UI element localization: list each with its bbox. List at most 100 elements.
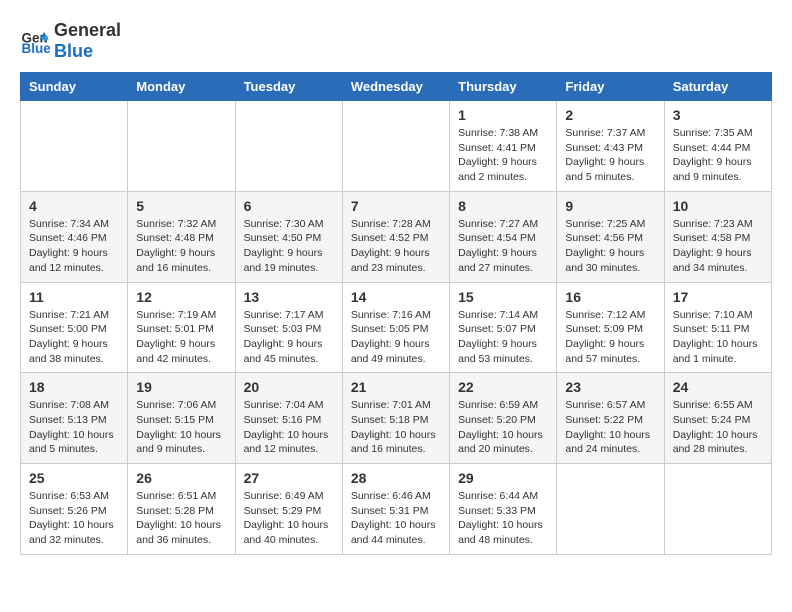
logo-blue: Blue bbox=[54, 41, 121, 62]
day-number: 5 bbox=[136, 198, 226, 214]
day-info: Sunrise: 7:38 AM Sunset: 4:41 PM Dayligh… bbox=[458, 126, 548, 185]
header-sunday: Sunday bbox=[21, 73, 128, 101]
day-number: 8 bbox=[458, 198, 548, 214]
day-number: 3 bbox=[673, 107, 763, 123]
calendar-week-2: 4 Sunrise: 7:34 AM Sunset: 4:46 PM Daylig… bbox=[21, 191, 772, 282]
calendar-cell: 8 Sunrise: 7:27 AM Sunset: 4:54 PM Daylig… bbox=[450, 191, 557, 282]
day-number: 29 bbox=[458, 470, 548, 486]
day-info: Sunrise: 7:30 AM Sunset: 4:50 PM Dayligh… bbox=[244, 217, 334, 276]
calendar-cell: 28 Sunrise: 6:46 AM Sunset: 5:31 PM Dayli… bbox=[342, 464, 449, 555]
calendar-cell: 9 Sunrise: 7:25 AM Sunset: 4:56 PM Daylig… bbox=[557, 191, 664, 282]
day-info: Sunrise: 6:59 AM Sunset: 5:20 PM Dayligh… bbox=[458, 398, 548, 457]
header-tuesday: Tuesday bbox=[235, 73, 342, 101]
day-info: Sunrise: 7:25 AM Sunset: 4:56 PM Dayligh… bbox=[565, 217, 655, 276]
day-number: 6 bbox=[244, 198, 334, 214]
calendar-cell: 20 Sunrise: 7:04 AM Sunset: 5:16 PM Dayli… bbox=[235, 373, 342, 464]
day-info: Sunrise: 6:57 AM Sunset: 5:22 PM Dayligh… bbox=[565, 398, 655, 457]
header-saturday: Saturday bbox=[664, 73, 771, 101]
day-number: 4 bbox=[29, 198, 119, 214]
calendar-cell: 14Sunrise: 7:16 AM Sunset: 5:05 PM Dayli… bbox=[342, 282, 449, 373]
calendar-cell: 16Sunrise: 7:12 AM Sunset: 5:09 PM Dayli… bbox=[557, 282, 664, 373]
calendar-cell: 11Sunrise: 7:21 AM Sunset: 5:00 PM Dayli… bbox=[21, 282, 128, 373]
day-info: Sunrise: 7:19 AM Sunset: 5:01 PM Dayligh… bbox=[136, 308, 226, 367]
calendar-cell bbox=[235, 101, 342, 192]
day-info: Sunrise: 6:49 AM Sunset: 5:29 PM Dayligh… bbox=[244, 489, 334, 548]
calendar-cell: 27 Sunrise: 6:49 AM Sunset: 5:29 PM Dayli… bbox=[235, 464, 342, 555]
day-info: Sunrise: 7:04 AM Sunset: 5:16 PM Dayligh… bbox=[244, 398, 334, 457]
day-number: 26 bbox=[136, 470, 226, 486]
day-number: 2 bbox=[565, 107, 655, 123]
day-number: 1 bbox=[458, 107, 548, 123]
page-header: Gen Blue General Blue bbox=[20, 20, 772, 62]
day-number: 20 bbox=[244, 379, 334, 395]
day-info: Sunrise: 7:01 AM Sunset: 5:18 PM Dayligh… bbox=[351, 398, 441, 457]
calendar-cell: 3 Sunrise: 7:35 AM Sunset: 4:44 PM Daylig… bbox=[664, 101, 771, 192]
calendar-table: SundayMondayTuesdayWednesdayThursdayFrid… bbox=[20, 72, 772, 555]
calendar-week-3: 11Sunrise: 7:21 AM Sunset: 5:00 PM Dayli… bbox=[21, 282, 772, 373]
day-info: Sunrise: 7:34 AM Sunset: 4:46 PM Dayligh… bbox=[29, 217, 119, 276]
calendar-cell: 4 Sunrise: 7:34 AM Sunset: 4:46 PM Daylig… bbox=[21, 191, 128, 282]
calendar-week-5: 25 Sunrise: 6:53 AM Sunset: 5:26 PM Dayli… bbox=[21, 464, 772, 555]
calendar-cell: 23Sunrise: 6:57 AM Sunset: 5:22 PM Dayli… bbox=[557, 373, 664, 464]
logo: Gen Blue General Blue bbox=[20, 20, 121, 62]
day-info: Sunrise: 6:44 AM Sunset: 5:33 PM Dayligh… bbox=[458, 489, 548, 548]
calendar-week-1: 1 Sunrise: 7:38 AM Sunset: 4:41 PM Daylig… bbox=[21, 101, 772, 192]
calendar-cell: 25 Sunrise: 6:53 AM Sunset: 5:26 PM Dayli… bbox=[21, 464, 128, 555]
day-info: Sunrise: 6:53 AM Sunset: 5:26 PM Dayligh… bbox=[29, 489, 119, 548]
calendar-cell: 18 Sunrise: 7:08 AM Sunset: 5:13 PM Dayli… bbox=[21, 373, 128, 464]
calendar-cell: 1 Sunrise: 7:38 AM Sunset: 4:41 PM Daylig… bbox=[450, 101, 557, 192]
day-info: Sunrise: 7:28 AM Sunset: 4:52 PM Dayligh… bbox=[351, 217, 441, 276]
day-info: Sunrise: 6:51 AM Sunset: 5:28 PM Dayligh… bbox=[136, 489, 226, 548]
day-number: 15 bbox=[458, 289, 548, 305]
header-monday: Monday bbox=[128, 73, 235, 101]
day-info: Sunrise: 7:16 AM Sunset: 5:05 PM Dayligh… bbox=[351, 308, 441, 367]
day-info: Sunrise: 7:32 AM Sunset: 4:48 PM Dayligh… bbox=[136, 217, 226, 276]
logo-icon: Gen Blue bbox=[20, 26, 50, 56]
day-number: 10 bbox=[673, 198, 763, 214]
calendar-cell: 7Sunrise: 7:28 AM Sunset: 4:52 PM Daylig… bbox=[342, 191, 449, 282]
day-info: Sunrise: 7:27 AM Sunset: 4:54 PM Dayligh… bbox=[458, 217, 548, 276]
day-number: 11 bbox=[29, 289, 119, 305]
day-info: Sunrise: 7:37 AM Sunset: 4:43 PM Dayligh… bbox=[565, 126, 655, 185]
header-friday: Friday bbox=[557, 73, 664, 101]
calendar-cell: 10Sunrise: 7:23 AM Sunset: 4:58 PM Dayli… bbox=[664, 191, 771, 282]
calendar-cell: 22 Sunrise: 6:59 AM Sunset: 5:20 PM Dayli… bbox=[450, 373, 557, 464]
calendar-header-row: SundayMondayTuesdayWednesdayThursdayFrid… bbox=[21, 73, 772, 101]
day-number: 27 bbox=[244, 470, 334, 486]
day-number: 25 bbox=[29, 470, 119, 486]
calendar-cell: 13 Sunrise: 7:17 AM Sunset: 5:03 PM Dayli… bbox=[235, 282, 342, 373]
calendar-cell: 2 Sunrise: 7:37 AM Sunset: 4:43 PM Daylig… bbox=[557, 101, 664, 192]
calendar-cell: 26 Sunrise: 6:51 AM Sunset: 5:28 PM Dayli… bbox=[128, 464, 235, 555]
calendar-cell: 21 Sunrise: 7:01 AM Sunset: 5:18 PM Dayli… bbox=[342, 373, 449, 464]
calendar-cell bbox=[342, 101, 449, 192]
day-info: Sunrise: 6:46 AM Sunset: 5:31 PM Dayligh… bbox=[351, 489, 441, 548]
day-number: 13 bbox=[244, 289, 334, 305]
calendar-cell: 19Sunrise: 7:06 AM Sunset: 5:15 PM Dayli… bbox=[128, 373, 235, 464]
day-number: 16 bbox=[565, 289, 655, 305]
day-number: 9 bbox=[565, 198, 655, 214]
logo-general: General bbox=[54, 20, 121, 41]
calendar-cell bbox=[664, 464, 771, 555]
calendar-cell bbox=[21, 101, 128, 192]
header-wednesday: Wednesday bbox=[342, 73, 449, 101]
day-info: Sunrise: 6:55 AM Sunset: 5:24 PM Dayligh… bbox=[673, 398, 763, 457]
calendar-cell bbox=[128, 101, 235, 192]
calendar-cell: 5 Sunrise: 7:32 AM Sunset: 4:48 PM Daylig… bbox=[128, 191, 235, 282]
day-number: 17 bbox=[673, 289, 763, 305]
calendar-cell: 29 Sunrise: 6:44 AM Sunset: 5:33 PM Dayli… bbox=[450, 464, 557, 555]
calendar-cell: 17Sunrise: 7:10 AM Sunset: 5:11 PM Dayli… bbox=[664, 282, 771, 373]
day-info: Sunrise: 7:08 AM Sunset: 5:13 PM Dayligh… bbox=[29, 398, 119, 457]
calendar-cell: 6 Sunrise: 7:30 AM Sunset: 4:50 PM Daylig… bbox=[235, 191, 342, 282]
calendar-cell bbox=[557, 464, 664, 555]
day-info: Sunrise: 7:14 AM Sunset: 5:07 PM Dayligh… bbox=[458, 308, 548, 367]
day-number: 19 bbox=[136, 379, 226, 395]
day-number: 24 bbox=[673, 379, 763, 395]
day-number: 22 bbox=[458, 379, 548, 395]
day-info: Sunrise: 7:35 AM Sunset: 4:44 PM Dayligh… bbox=[673, 126, 763, 185]
day-info: Sunrise: 7:17 AM Sunset: 5:03 PM Dayligh… bbox=[244, 308, 334, 367]
day-number: 21 bbox=[351, 379, 441, 395]
day-number: 18 bbox=[29, 379, 119, 395]
day-number: 12 bbox=[136, 289, 226, 305]
calendar-week-4: 18 Sunrise: 7:08 AM Sunset: 5:13 PM Dayli… bbox=[21, 373, 772, 464]
day-number: 28 bbox=[351, 470, 441, 486]
